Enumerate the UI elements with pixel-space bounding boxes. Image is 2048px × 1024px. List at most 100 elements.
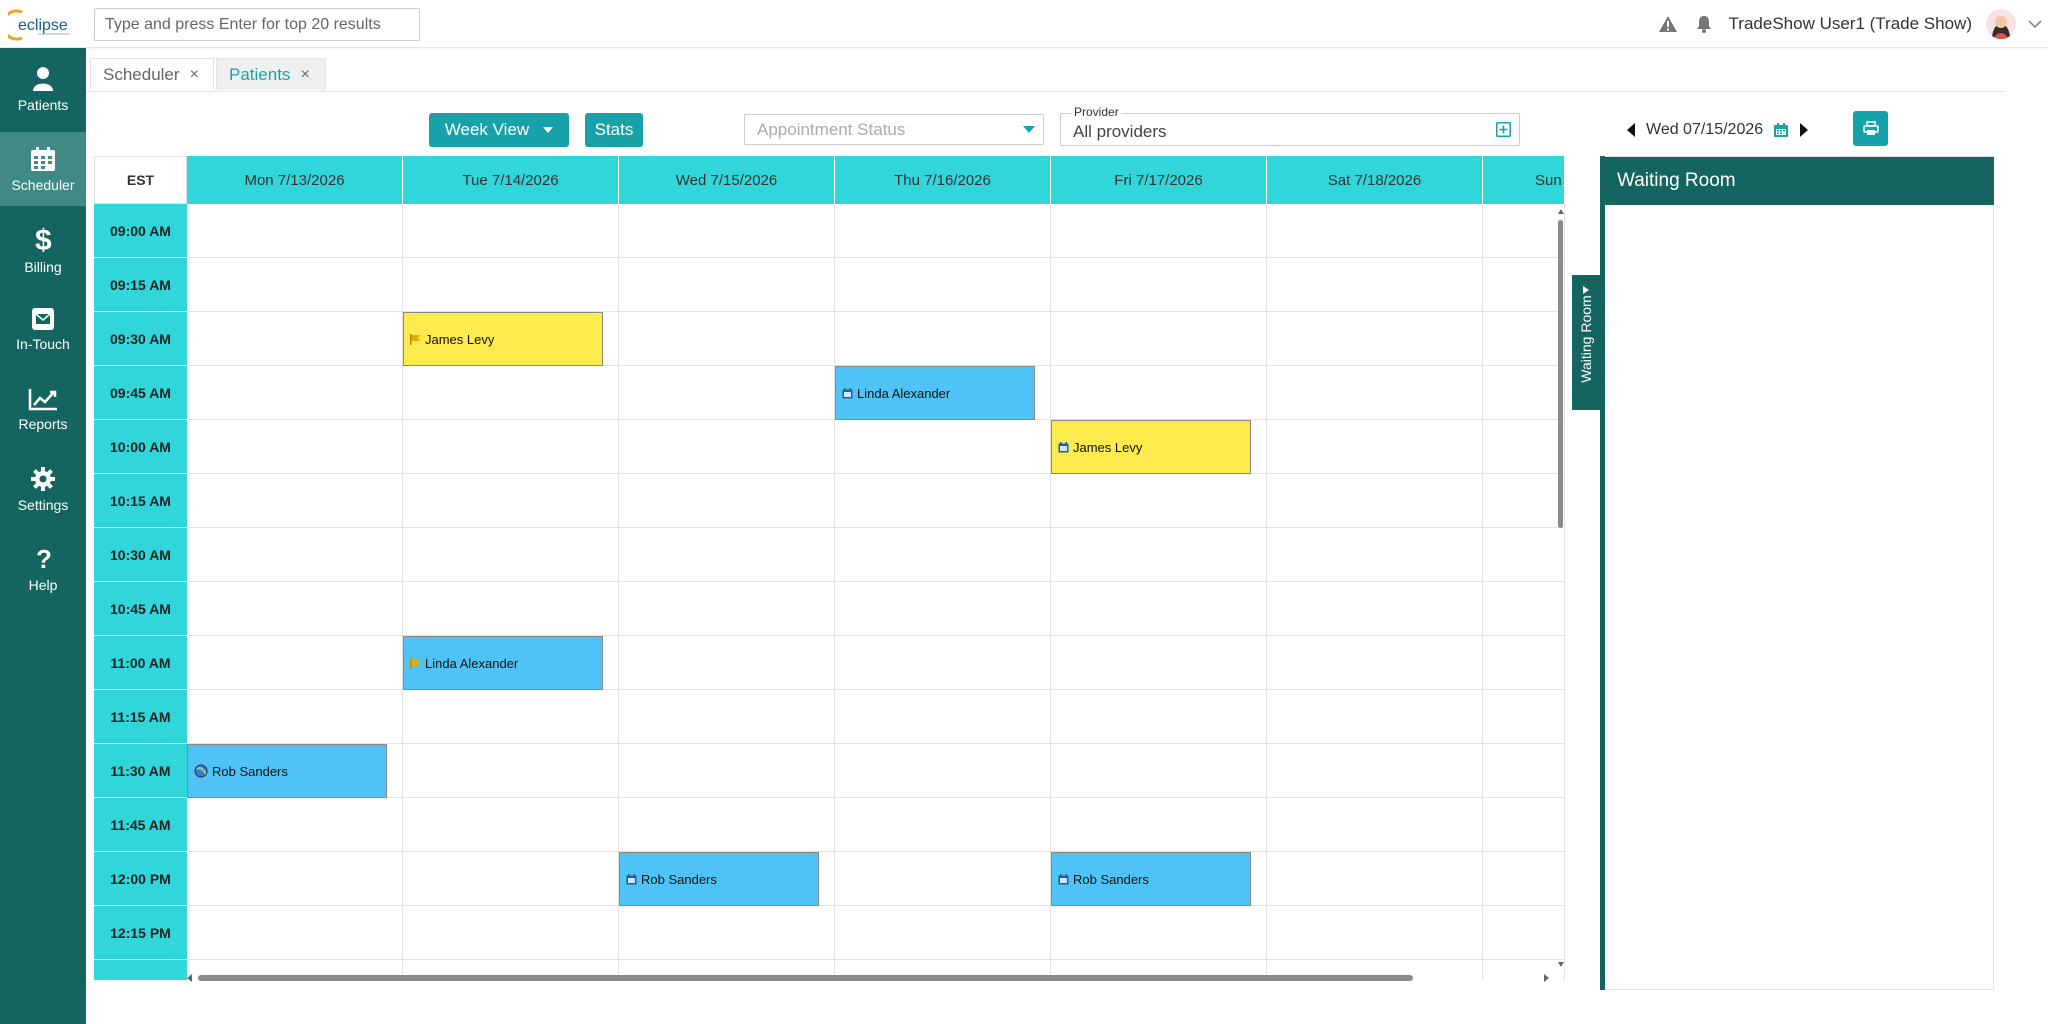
day-header[interactable]: Thu 7/16/2026 [835,156,1051,204]
tab-bar: Scheduler × Patients × [86,56,2004,92]
time-slot-label: 12:15 PM [94,906,187,960]
close-icon[interactable]: × [300,66,309,84]
sidebar-item-settings[interactable]: Settings [0,452,86,526]
time-slot-label: 09:30 AM [94,312,187,366]
vertical-scrollbar[interactable] [1557,208,1565,968]
day-header[interactable]: Sun [1483,156,1565,204]
time-slot-label: 09:45 AM [94,366,187,420]
day-header[interactable]: Sat 7/18/2026 [1267,156,1483,204]
stats-label: Stats [594,120,634,139]
grid-line [834,204,835,980]
grid-line [187,689,1565,690]
time-slot-label: 11:30 AM [94,744,187,798]
avatar[interactable] [1986,9,2016,39]
tab-label: Patients [229,64,291,84]
sidebar-item-label: Patients [17,96,69,113]
envelope-icon [32,307,54,330]
appointment-card[interactable]: Linda Alexander [403,636,603,690]
sidebar-item-reports[interactable]: Reports [0,372,86,446]
sidebar-item-label: Scheduler [11,176,75,193]
svg-text:$: $ [35,224,52,254]
bell-icon[interactable] [1693,13,1715,35]
grid-line [187,905,1565,906]
grid-line [187,527,1565,528]
provider-value: All providers [1073,122,1167,141]
appointment-card[interactable]: James Levy [1051,420,1251,474]
appointment-card[interactable]: James Levy [403,312,603,366]
grid-line [187,851,1565,852]
scroll-down-icon[interactable] [1557,960,1565,968]
chevron-down-icon[interactable] [2022,19,2048,29]
time-slot-label: 11:45 AM [94,798,187,852]
sidebar-item-label: In-Touch [16,335,70,352]
calendar-picker-icon[interactable] [1773,122,1789,138]
vertical-scroll-thumb[interactable] [1558,220,1563,528]
time-slot-label: 10:00 AM [94,420,187,474]
waiting-room-title: Waiting Room [1605,157,1994,205]
grid-line [187,743,1565,744]
appointment-card[interactable]: Rob Sanders [619,852,819,906]
sidebar-item-in-touch[interactable]: In-Touch [0,292,86,366]
appointment-card[interactable]: Linda Alexander [835,366,1035,420]
grid-line [187,581,1565,582]
sidebar-item-label: Help [28,576,58,593]
time-slot-label: 10:30 AM [94,528,187,582]
provider-field[interactable]: All providers Provider [1060,103,1520,146]
close-icon[interactable]: × [190,66,199,84]
time-slot-label [94,960,187,980]
time-slot-label: 09:15 AM [94,258,187,312]
horizontal-scrollbar[interactable] [186,972,1552,982]
tab-patients[interactable]: Patients × [216,58,326,90]
sidebar-item-help[interactable]: ? Help [0,532,86,606]
grid-line [187,257,1565,258]
appointment-card[interactable]: Rob Sanders [187,744,387,798]
appointment-patient-name: Rob Sanders [641,871,717,887]
sidebar-item-patients[interactable]: Patients [0,52,86,126]
scroll-left-icon[interactable] [186,973,194,983]
waiting-room-panel: Waiting Room [1605,156,1994,990]
sidebar-item-scheduler[interactable]: Scheduler [0,132,86,206]
day-header[interactable]: Fri 7/17/2026 [1051,156,1267,204]
sidebar-item-label: Reports [18,415,68,432]
horizontal-scroll-thumb[interactable] [198,975,1413,981]
provider-select[interactable]: All providers [1060,113,1520,146]
user-name[interactable]: TradeShow User1 (Trade Show) [1729,14,1972,34]
search-input[interactable] [94,8,420,41]
next-arrow-icon[interactable] [1799,123,1809,137]
previous-arrow-icon[interactable] [1626,123,1636,137]
sidebar-item-billing[interactable]: $ Billing [0,212,86,286]
appointment-card[interactable]: Rob Sanders [1051,852,1251,906]
warning-icon[interactable] [1657,13,1679,35]
day-header[interactable]: Mon 7/13/2026 [187,156,403,204]
tab-label: Scheduler [103,64,180,84]
add-provider-icon[interactable] [1496,122,1511,137]
date-navigator: Wed 07/15/2026 [1626,116,1809,144]
scheduler-calendar: EST Mon 7/13/2026 Tue 7/14/2026 Wed 7/15/2… [94,156,1565,980]
waiting-room-toggle[interactable]: Waiting Room [1572,275,1600,410]
print-icon [1862,121,1879,135]
caret-down-icon [1023,126,1035,133]
appointment-patient-name: Rob Sanders [212,763,288,779]
svg-text:eclipse: eclipse [18,17,68,34]
caret-down-icon [543,127,554,133]
time-slot-label: 11:15 AM [94,690,187,744]
stats-button[interactable]: Stats [585,113,643,147]
calendar-icon [1058,873,1069,885]
tab-scheduler[interactable]: Scheduler × [90,58,214,90]
time-slot-label: 10:15 AM [94,474,187,528]
week-view-dropdown[interactable]: Week View [429,113,569,147]
grid-line [1266,204,1267,980]
appointment-patient-name: Linda Alexander [425,655,519,671]
time-slot-label: 12:00 PM [94,852,187,906]
scroll-right-icon[interactable] [1542,973,1550,983]
day-header[interactable]: Tue 7/14/2026 [403,156,619,204]
appointment-status-select[interactable]: Appointment Status [744,114,1044,145]
scroll-up-icon[interactable] [1557,208,1565,216]
sidebar-item-label: Billing [24,258,62,275]
sidebar: Patients Scheduler $ Billing In-Touch Re… [0,48,86,1024]
eclipse-logo[interactable]: eclipse [1,6,78,42]
print-button[interactable] [1853,111,1888,146]
appointment-patient-name: James Levy [1073,439,1143,455]
day-header[interactable]: Wed 7/15/2026 [619,156,835,204]
current-date[interactable]: Wed 07/15/2026 [1646,121,1763,139]
